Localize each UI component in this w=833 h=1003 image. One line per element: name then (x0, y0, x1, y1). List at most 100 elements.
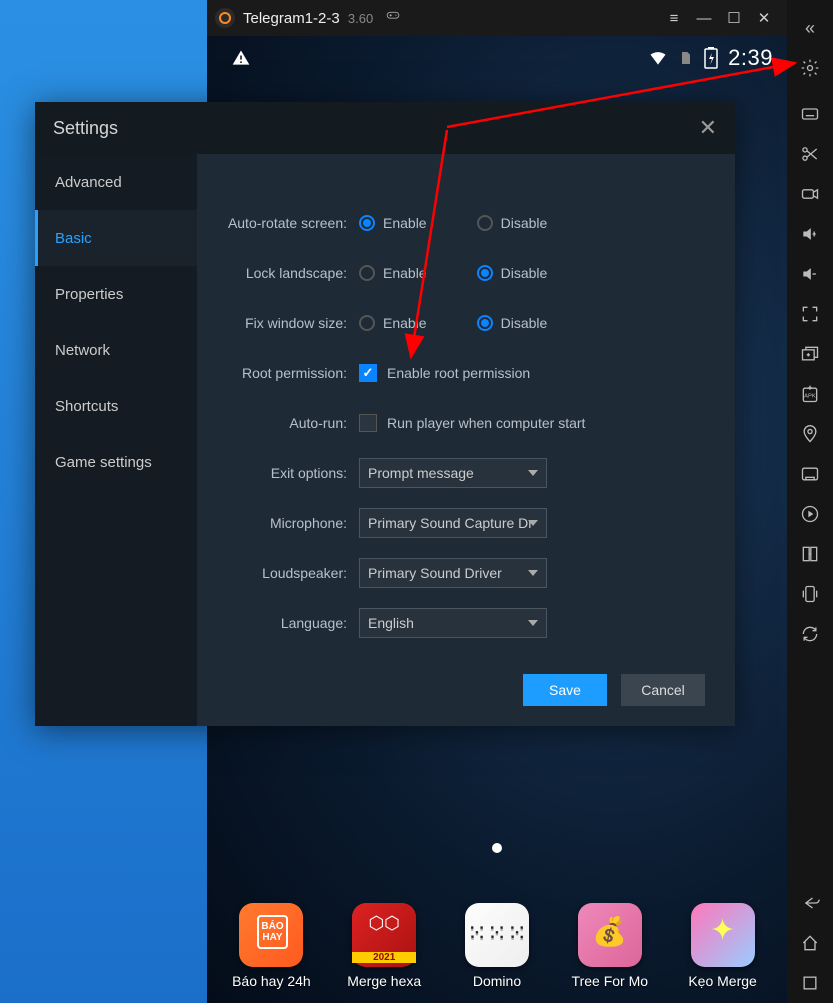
minimize-button[interactable]: — (689, 10, 719, 27)
row-loudspeaker: Loudspeaker: Primary Sound Driver (225, 548, 705, 598)
status-clock: 2:39 (728, 45, 773, 71)
dock-app-mergehexa[interactable]: Merge hexa (334, 903, 434, 989)
cancel-button[interactable]: Cancel (621, 674, 705, 706)
close-button[interactable]: ✕ (749, 9, 779, 27)
nav-advanced[interactable]: Advanced (35, 154, 197, 210)
title-text: Telegram1-2-3 (243, 10, 340, 27)
app-icon (691, 903, 755, 967)
fix-window-enable-radio[interactable]: Enable (359, 315, 427, 331)
settings-header: Settings ✕ (35, 102, 735, 154)
app-label: Kẹo Merge (673, 973, 773, 989)
label-fix-window: Fix window size: (225, 315, 359, 331)
home-button[interactable] (787, 923, 833, 963)
chevron-down-icon (528, 470, 538, 476)
operation-record-button[interactable] (787, 494, 833, 534)
dock-app-treeformo[interactable]: Tree For Mo (560, 903, 660, 989)
location-button[interactable] (787, 414, 833, 454)
back-button[interactable] (787, 883, 833, 923)
chevron-down-icon (528, 570, 538, 576)
gamepad-icon[interactable] (383, 10, 403, 27)
wifi-icon (648, 48, 668, 68)
microphone-select[interactable]: Primary Sound Capture Dr (359, 508, 547, 538)
label-mic: Microphone: (225, 515, 359, 531)
record-button[interactable] (787, 174, 833, 214)
settings-dialog: Settings ✕ Advanced Basic Properties Net… (35, 102, 735, 726)
scissors-button[interactable] (787, 134, 833, 174)
app-icon (239, 903, 303, 967)
radio-label: Enable (383, 315, 427, 331)
screenshot-button[interactable] (787, 454, 833, 494)
volume-down-button[interactable] (787, 254, 833, 294)
loudspeaker-select[interactable]: Primary Sound Driver (359, 558, 547, 588)
label-auto-rotate: Auto-rotate screen: (225, 215, 359, 231)
battery-charging-icon (704, 47, 718, 69)
maximize-button[interactable]: ☐ (719, 9, 749, 27)
install-apk-button[interactable]: APK (787, 374, 833, 414)
exit-options-select[interactable]: Prompt message (359, 458, 547, 488)
app-icon (465, 903, 529, 967)
app-label: Báo hay 24h (221, 973, 321, 989)
volume-up-button[interactable] (787, 214, 833, 254)
row-language: Language: English (225, 598, 705, 648)
select-value: Prompt message (368, 465, 538, 481)
autorun-checkbox[interactable]: Run player when computer start (359, 414, 585, 432)
row-fix-window: Fix window size: Enable Disable (225, 298, 705, 348)
keymap-button[interactable] (787, 94, 833, 134)
fix-window-disable-radio[interactable]: Disable (477, 315, 548, 331)
row-auto-run: Auto-run: Run player when computer start (225, 398, 705, 448)
save-button[interactable]: Save (523, 674, 607, 706)
version-text: 3.60 (348, 11, 373, 26)
chevron-down-icon (528, 620, 538, 626)
app-label: Tree For Mo (560, 973, 660, 989)
warning-icon (231, 48, 251, 68)
window-title: Telegram1-2-3 3.60 (243, 10, 373, 27)
nav-basic[interactable]: Basic (35, 210, 197, 266)
emulator-titlebar: Telegram1-2-3 3.60 ≡ — ☐ ✕ (207, 0, 787, 36)
nav-network[interactable]: Network (35, 322, 197, 378)
auto-rotate-disable-radio[interactable]: Disable (477, 215, 548, 231)
multi-instance-button[interactable] (787, 334, 833, 374)
nav-properties[interactable]: Properties (35, 266, 197, 322)
app-logo-icon (215, 8, 235, 28)
rotate-button[interactable] (787, 614, 833, 654)
app-dock: Báo hay 24h Merge hexa Domino Tree For M… (207, 903, 787, 989)
row-auto-rotate: Auto-rotate screen: Enable Disable (225, 198, 705, 248)
status-bar: 2:39 (207, 36, 787, 80)
label-exit: Exit options: (225, 465, 359, 481)
dock-app-domino[interactable]: Domino (447, 903, 547, 989)
shake-button[interactable] (787, 574, 833, 614)
lock-landscape-disable-radio[interactable]: Disable (477, 265, 548, 281)
dock-app-baohay[interactable]: Báo hay 24h (221, 903, 321, 989)
label-root: Root permission: (225, 365, 359, 381)
auto-rotate-enable-radio[interactable]: Enable (359, 215, 427, 231)
page-indicator (492, 843, 502, 853)
dock-app-keomerge[interactable]: Kẹo Merge (673, 903, 773, 989)
app-label: Domino (447, 973, 547, 989)
collapse-toolbar-button[interactable]: « (787, 8, 833, 48)
radio-label: Disable (501, 315, 548, 331)
settings-gear-button[interactable] (787, 48, 833, 88)
app-icon (578, 903, 642, 967)
sync-button[interactable] (787, 534, 833, 574)
row-lock-landscape: Lock landscape: Enable Disable (225, 248, 705, 298)
label-speaker: Loudspeaker: (225, 565, 359, 581)
fullscreen-button[interactable] (787, 294, 833, 334)
language-select[interactable]: English (359, 608, 547, 638)
radio-label: Enable (383, 265, 427, 281)
chevron-down-icon (528, 520, 538, 526)
dialog-button-bar: Save Cancel (523, 674, 705, 706)
settings-close-button[interactable]: ✕ (699, 115, 717, 141)
recents-button[interactable] (787, 963, 833, 1003)
root-permission-checkbox[interactable]: Enable root permission (359, 364, 530, 382)
row-microphone: Microphone: Primary Sound Capture Dr (225, 498, 705, 548)
radio-label: Enable (383, 215, 427, 231)
label-lock-landscape: Lock landscape: (225, 265, 359, 281)
app-label: Merge hexa (334, 973, 434, 989)
row-root-permission: Root permission: Enable root permission (225, 348, 705, 398)
nav-game-settings[interactable]: Game settings (35, 434, 197, 490)
label-autorun: Auto-run: (225, 415, 359, 431)
no-sim-icon (678, 49, 694, 67)
lock-landscape-enable-radio[interactable]: Enable (359, 265, 427, 281)
nav-shortcuts[interactable]: Shortcuts (35, 378, 197, 434)
menu-button[interactable]: ≡ (659, 10, 689, 27)
